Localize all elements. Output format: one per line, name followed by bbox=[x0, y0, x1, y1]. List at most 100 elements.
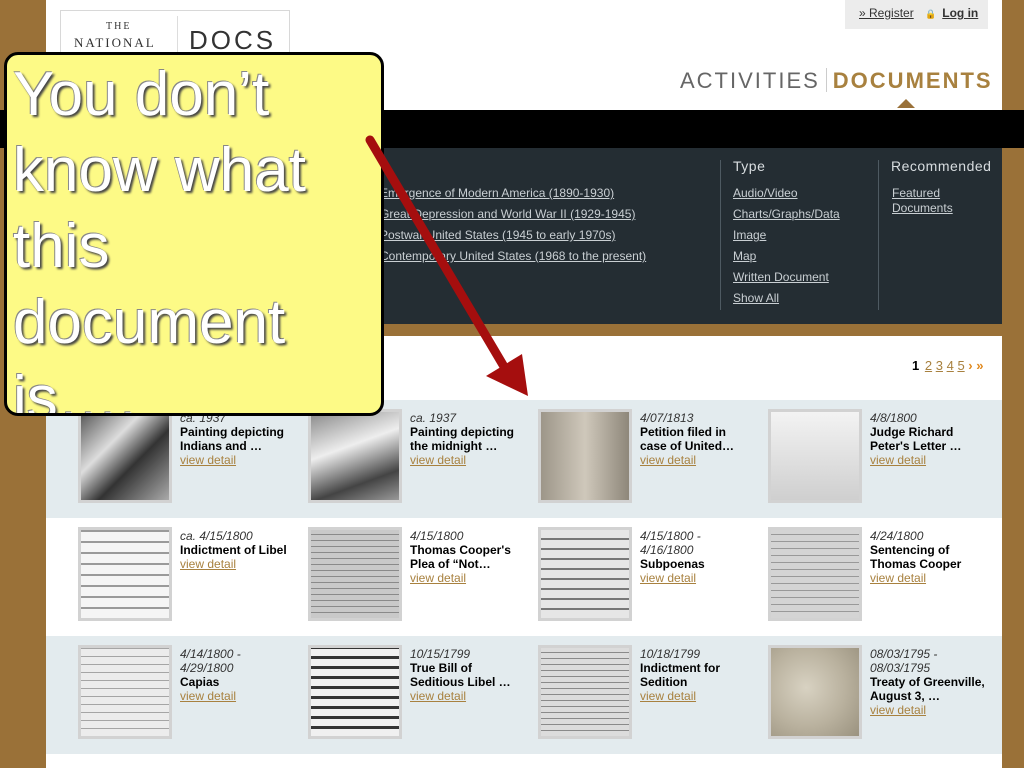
last-page-icon[interactable]: » bbox=[976, 358, 983, 373]
document-date: ca. 1937 bbox=[410, 411, 457, 425]
type-heading: Type bbox=[733, 158, 766, 174]
document-meta: 10/15/1799 True Bill of Seditious Libel …… bbox=[410, 647, 525, 703]
logo-the: THE bbox=[106, 21, 132, 32]
annotation-callout: You don’t know what this document is…. bbox=[4, 52, 384, 416]
view-detail-link[interactable]: view detail bbox=[180, 689, 236, 703]
recommended-heading: Recommended bbox=[891, 158, 992, 174]
document-thumbnail[interactable] bbox=[768, 409, 862, 503]
page-link[interactable]: 3 bbox=[936, 358, 943, 373]
era-link[interactable]: Contemporary United States (1968 to the … bbox=[380, 249, 646, 270]
document-thumbnail[interactable] bbox=[538, 645, 632, 739]
next-page-icon[interactable]: › bbox=[968, 358, 972, 373]
filter-divider bbox=[878, 160, 879, 310]
type-link[interactable]: Written Document bbox=[733, 270, 840, 291]
nav-documents[interactable]: DOCUMENTS bbox=[833, 68, 993, 93]
thumbnail-image bbox=[311, 412, 399, 500]
account-bar: » Register 🔒 Log in bbox=[845, 0, 988, 29]
document-title[interactable]: True Bill of Seditious Libel … bbox=[410, 661, 525, 689]
view-detail-link[interactable]: view detail bbox=[410, 571, 466, 585]
document-title[interactable]: Treaty of Greenville, August 3, … bbox=[870, 675, 985, 703]
view-detail-link[interactable]: view detail bbox=[180, 557, 236, 571]
nav-separator bbox=[825, 68, 827, 92]
document-thumbnail[interactable] bbox=[308, 409, 402, 503]
document-title[interactable]: Indictment of Libel bbox=[180, 543, 295, 557]
type-link[interactable]: Map bbox=[733, 249, 840, 270]
document-meta: 4/15/1800 Thomas Cooper's Plea of “Not… vi… bbox=[410, 529, 525, 585]
document-date: ca. 4/15/1800 bbox=[180, 529, 253, 543]
document-title[interactable]: Subpoenas bbox=[640, 557, 755, 571]
logo-divider bbox=[177, 16, 178, 56]
logo-national: NATIONAL bbox=[74, 35, 156, 50]
document-title[interactable]: Thomas Cooper's Plea of “Not… bbox=[410, 543, 525, 571]
view-detail-link[interactable]: view detail bbox=[640, 689, 696, 703]
document-thumbnail[interactable] bbox=[78, 409, 172, 503]
view-detail-link[interactable]: view detail bbox=[870, 453, 926, 467]
document-thumbnail[interactable] bbox=[78, 645, 172, 739]
page-link[interactable]: 2 bbox=[925, 358, 932, 373]
document-thumbnail[interactable] bbox=[308, 645, 402, 739]
thumbnail-image bbox=[81, 530, 169, 618]
document-meta: ca. 4/15/1800 Indictment of Libel view det… bbox=[180, 529, 295, 571]
document-thumbnail[interactable] bbox=[538, 527, 632, 621]
document-title[interactable]: Capias bbox=[180, 675, 295, 689]
document-thumbnail[interactable] bbox=[768, 527, 862, 621]
era-link[interactable]: Postwar United States (1945 to early 197… bbox=[380, 228, 646, 249]
register-link[interactable]: » Register bbox=[859, 6, 914, 20]
thumbnail-image bbox=[311, 530, 399, 618]
view-detail-link[interactable]: view detail bbox=[640, 571, 696, 585]
document-date: 10/15/1799 bbox=[410, 647, 471, 661]
type-link[interactable]: Show All bbox=[733, 291, 840, 312]
document-meta: 10/18/1799 Indictment for Sedition view de… bbox=[640, 647, 755, 703]
document-thumbnail[interactable] bbox=[768, 645, 862, 739]
page-link[interactable]: 4 bbox=[947, 358, 954, 373]
type-link[interactable]: Audio/Video bbox=[733, 186, 840, 207]
document-title[interactable]: Sentencing of Thomas Cooper bbox=[870, 543, 985, 571]
nav-activities[interactable]: ACTIVITIES bbox=[680, 68, 820, 93]
filter-divider bbox=[720, 160, 721, 310]
type-link[interactable]: Image bbox=[733, 228, 840, 249]
callout-text: You don’t know what this document is…. bbox=[13, 60, 306, 416]
view-detail-link[interactable]: view detail bbox=[410, 689, 466, 703]
document-date: 08/03/1795 - 08/03/1795 bbox=[870, 647, 938, 675]
thumbnail-image bbox=[81, 412, 169, 500]
type-link[interactable]: Charts/Graphs/Data bbox=[733, 207, 840, 228]
document-thumbnail[interactable] bbox=[78, 527, 172, 621]
thumbnail-image bbox=[771, 648, 859, 736]
pagination: 1 2 3 4 5 › » bbox=[912, 358, 984, 373]
document-date: 4/15/1800 - 4/16/1800 bbox=[640, 529, 701, 557]
view-detail-link[interactable]: view detail bbox=[640, 453, 696, 467]
document-meta: ca. 1937 Painting depicting Indians and …… bbox=[180, 411, 295, 467]
thumbnail-image bbox=[541, 530, 629, 618]
document-title[interactable]: Petition filed in case of United… bbox=[640, 425, 755, 453]
document-title[interactable]: Painting depicting Indians and … bbox=[180, 425, 295, 453]
document-title[interactable]: Judge Richard Peter's Letter … bbox=[870, 425, 985, 453]
view-detail-link[interactable]: view detail bbox=[180, 453, 236, 467]
document-thumbnail[interactable] bbox=[308, 527, 402, 621]
document-meta: 4/15/1800 - 4/16/1800 Subpoenas view detai… bbox=[640, 529, 755, 585]
era-link[interactable]: Great Depression and World War II (1929-… bbox=[380, 207, 646, 228]
document-thumbnail[interactable] bbox=[538, 409, 632, 503]
lock-icon: 🔒 bbox=[925, 9, 937, 19]
document-date: 4/24/1800 bbox=[870, 529, 924, 543]
thumbnail-image bbox=[311, 648, 399, 736]
era-filter-list: Emergence of Modern America (1890-1930) … bbox=[380, 186, 646, 270]
main-nav: ACTIVITIES DOCUMENTS bbox=[680, 68, 993, 96]
document-meta: 4/24/1800 Sentencing of Thomas Cooper view… bbox=[870, 529, 985, 585]
login-link[interactable]: Log in bbox=[942, 6, 978, 20]
view-detail-link[interactable]: view detail bbox=[870, 571, 926, 585]
view-detail-link[interactable]: view detail bbox=[870, 703, 926, 717]
document-date: 4/15/1800 bbox=[410, 529, 464, 543]
nav-active-caret-icon bbox=[897, 99, 915, 108]
document-date: 10/18/1799 bbox=[640, 647, 701, 661]
view-detail-link[interactable]: view detail bbox=[410, 453, 466, 467]
era-link[interactable]: Emergence of Modern America (1890-1930) bbox=[380, 186, 646, 207]
document-meta: ca. 1937 Painting depicting the midnight … bbox=[410, 411, 525, 467]
thumbnail-image bbox=[81, 648, 169, 736]
page-link[interactable]: 5 bbox=[957, 358, 964, 373]
featured-documents-link[interactable]: Featured Documents bbox=[892, 186, 982, 216]
thumbnail-image bbox=[771, 412, 859, 500]
document-title[interactable]: Indictment for Sedition bbox=[640, 661, 755, 689]
page-current: 1 bbox=[912, 358, 920, 373]
document-date: 4/14/1800 - 4/29/1800 bbox=[180, 647, 241, 675]
document-title[interactable]: Painting depicting the midnight … bbox=[410, 425, 525, 453]
